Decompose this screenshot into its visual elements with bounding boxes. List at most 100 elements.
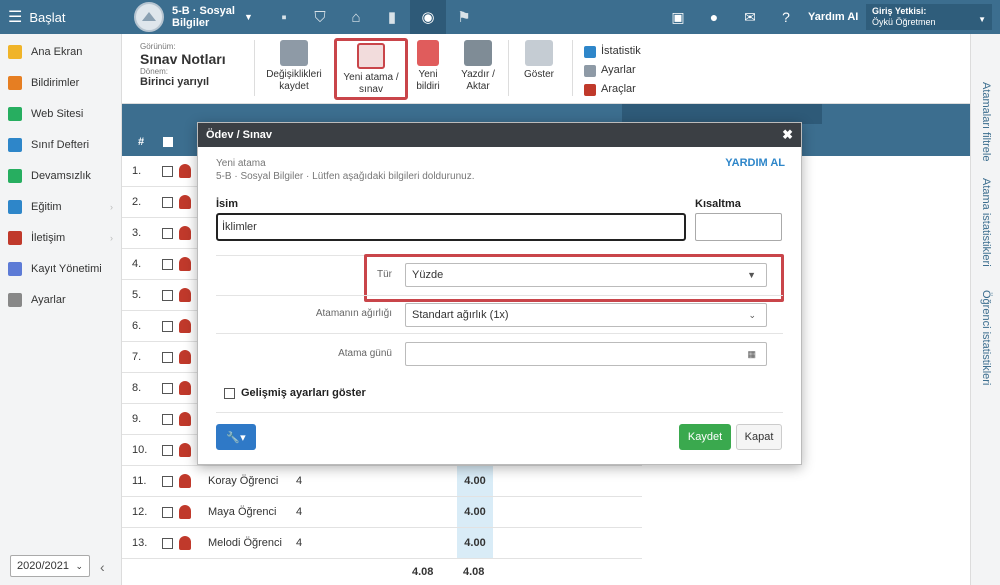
student-statistics-link[interactable]: Öğrenci istatistikleri <box>980 290 992 385</box>
row-checkbox[interactable] <box>162 228 173 239</box>
select-all-checkbox[interactable] <box>163 137 173 147</box>
school-year-select[interactable]: 2020/2021 ⌄ <box>10 555 90 577</box>
options-button[interactable]: 🔧▾ <box>216 424 256 450</box>
sidebar-item[interactable]: Eğitim › <box>0 191 121 222</box>
chat-icon[interactable]: ● <box>696 9 732 25</box>
sidebar-item-label: Bildirimler <box>31 76 80 89</box>
row-number: 6. <box>132 320 142 332</box>
class-selector[interactable]: 5-B · Sosyal Bilgiler ▼ <box>134 2 253 32</box>
sidebar-item[interactable]: Devamsızlık <box>0 160 121 191</box>
filter-assignments-link[interactable]: Atamaları filtrele <box>980 82 992 161</box>
date-input[interactable]: ▦ <box>405 342 767 366</box>
notebook-icon <box>8 137 22 152</box>
close-icon[interactable]: ✖ <box>782 127 793 143</box>
main-menu-button[interactable]: ☰ Başlat <box>0 0 122 34</box>
row-number: 1. <box>132 165 142 177</box>
student-name[interactable]: Melodi Öğrenci <box>208 537 282 549</box>
row-checkbox[interactable] <box>162 321 173 332</box>
cast-icon[interactable]: ▣ <box>660 9 696 26</box>
short-name-input[interactable] <box>695 213 782 241</box>
sidebar-item-label: İletişim <box>31 231 66 244</box>
advanced-settings-checkbox[interactable] <box>224 388 235 399</box>
assignment-statistics-link[interactable]: Atama istatistikleri <box>980 178 992 267</box>
user-selector[interactable]: Giriş Yetkisi: Öykü Öğretmen ▼ <box>866 4 992 30</box>
settings-menu[interactable]: Ayarlar <box>584 61 641 80</box>
collapse-sidebar-icon[interactable]: ‹ <box>100 559 105 575</box>
row-checkbox[interactable] <box>162 197 173 208</box>
sidebar-item[interactable]: Bildirimler <box>0 67 121 98</box>
row-checkbox[interactable] <box>162 352 173 363</box>
period-label: Dönem: <box>140 67 169 76</box>
row-checkbox[interactable] <box>162 476 173 487</box>
advanced-settings-label[interactable]: Gelişmiş ayarları göster <box>241 387 366 399</box>
sidebar-item[interactable]: İletişim › <box>0 222 121 253</box>
sidebar-item[interactable]: Sınıf Defteri <box>0 129 121 160</box>
row-checkbox[interactable] <box>162 445 173 456</box>
divider <box>216 412 783 413</box>
help-ai-link[interactable]: Yardım AI <box>808 11 858 23</box>
row-checkbox[interactable] <box>162 538 173 549</box>
gear-icon <box>8 292 22 307</box>
date-label: Atama günü <box>338 348 392 359</box>
briefcase-icon[interactable]: ▪ <box>266 0 302 34</box>
student-avatar-icon <box>179 474 191 488</box>
student-name[interactable]: Maya Öğrenci <box>208 506 276 518</box>
statistics-menu[interactable]: İstatistik <box>584 42 641 61</box>
activity-icon[interactable]: ⚑ <box>446 0 482 34</box>
row-checkbox[interactable] <box>162 290 173 301</box>
row-checkbox[interactable] <box>162 259 173 270</box>
sidebar-item[interactable]: Ana Ekran <box>0 36 121 67</box>
help-link[interactable]: YARDIM AL <box>725 157 785 169</box>
row-number: 2. <box>132 196 142 208</box>
footer-average-1: 4.08 <box>412 566 434 578</box>
row-checkbox[interactable] <box>162 166 173 177</box>
mail-icon <box>8 75 22 90</box>
sidebar-item[interactable]: Kayıt Yönetimi <box>0 253 121 284</box>
sidebar-item-label: Sınıf Defteri <box>31 138 90 151</box>
row-number-header: # <box>138 136 145 148</box>
student-avatar-icon <box>179 505 191 519</box>
weight-select[interactable]: Standart ağırlık (1x) ⌄ <box>405 303 767 327</box>
save-changes-button[interactable]: Değişiklikleri kaydet <box>260 38 328 100</box>
sidebar-item[interactable]: Ayarlar <box>0 284 121 315</box>
row-checkbox[interactable] <box>162 507 173 518</box>
student-avatar-icon <box>179 195 191 209</box>
row-checkbox[interactable] <box>162 414 173 425</box>
new-assignment-button[interactable]: Yeni atama / sınav <box>334 38 408 100</box>
row-checkbox[interactable] <box>162 383 173 394</box>
student-avatar-icon <box>179 412 191 426</box>
question-icon[interactable]: ? <box>768 9 804 25</box>
gauge-icon[interactable]: ◉ <box>410 0 446 34</box>
chevron-down-icon: ▼ <box>244 12 253 22</box>
class-name: 5-B · Sosyal Bilgiler <box>172 5 235 29</box>
floppy-disk-icon <box>280 40 308 66</box>
bar-chart-icon[interactable]: ▮ <box>374 0 410 34</box>
table-row: 12. Maya Öğrenci 4 4.00 <box>122 497 642 528</box>
student-avatar-icon <box>179 226 191 240</box>
sidebar-item[interactable]: Web Sitesi <box>0 98 121 129</box>
shield-icon[interactable]: ⛉ <box>302 0 338 34</box>
institution-icon[interactable]: ⌂ <box>338 0 374 34</box>
student-name[interactable]: Koray Öğrenci <box>208 475 278 487</box>
module-icons: ▪ ⛉ ⌂ ▮ ◉ ⚑ <box>266 0 482 34</box>
grade-cell[interactable]: 4 <box>296 506 302 518</box>
average-cell: 4.00 <box>457 528 493 558</box>
new-notice-button[interactable]: Yeni bildiri <box>410 38 446 100</box>
row-number: 5. <box>132 289 142 301</box>
name-input[interactable]: İklimler <box>216 213 686 241</box>
student-avatar-icon <box>179 257 191 271</box>
student-avatar-icon <box>179 164 191 178</box>
close-button[interactable]: Kapat <box>736 424 782 450</box>
grade-cell[interactable]: 4 <box>296 475 302 487</box>
calendar-icon[interactable]: ▦ <box>747 343 756 365</box>
view-selector[interactable]: Görünüm: Sınav Notları Dönem: Birinci ya… <box>140 42 250 88</box>
tools-menu[interactable]: Araçlar <box>584 80 641 99</box>
sidebar: Ana Ekran Bildirimler Web Sitesi Sınıf Deft… <box>0 34 122 585</box>
print-export-button[interactable]: Yazdır / Aktar <box>456 38 500 100</box>
mail-icon[interactable]: ✉ <box>732 9 768 26</box>
pin-add-icon <box>417 40 439 66</box>
grade-cell[interactable]: 4 <box>296 537 302 549</box>
save-button[interactable]: Kaydet <box>679 424 731 450</box>
show-menu-button[interactable]: Göster <box>514 38 564 100</box>
dialog-subtitle-line: Yeni atama <box>216 158 266 169</box>
